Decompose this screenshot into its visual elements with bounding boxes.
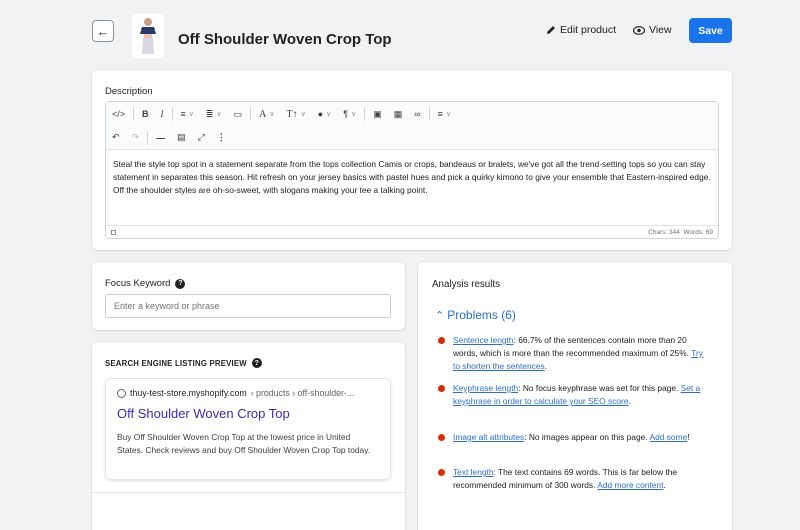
error-dot-icon: [438, 469, 445, 476]
seo-preview-card: SEARCH ENGINE LISTING PREVIEW ? thuy-tes…: [92, 342, 405, 530]
result-url: thuy-test-store.myshopify.com › products…: [117, 388, 354, 398]
focus-keyword-heading: Focus Keyword ?: [105, 278, 186, 289]
paragraph-icon[interactable]: ¶ ∨: [337, 102, 362, 126]
product-thumbnail: [132, 14, 164, 58]
editor-toolbar-row-1: </> B I ≡ ∨ ≣ ∨ ▭ A ∨ T↑ ∨ ● ∨ ¶ ∨ ▣ ▦ ∞ ≡ ∨: [106, 102, 718, 126]
back-button[interactable]: ←: [92, 20, 114, 42]
help-icon[interactable]: ?: [175, 278, 186, 289]
issue-action-link[interactable]: Add more content: [597, 480, 663, 490]
horizontal-rule-icon[interactable]: —: [150, 126, 171, 149]
analysis-title: Analysis results: [432, 279, 501, 290]
color-drop-icon[interactable]: ● ∨: [312, 102, 338, 126]
issue-text: Text length: The text contains 69 words.…: [453, 466, 708, 492]
page-title: Off Shoulder Woven Crop Top: [178, 31, 392, 48]
toolbar-divider: [171, 107, 173, 121]
error-dot-icon: [438, 385, 445, 392]
issue-name-link[interactable]: Keyphrase length: [453, 383, 518, 393]
edit-product-button[interactable]: Edit product: [546, 24, 616, 36]
description-text[interactable]: Steal the style top spot in a statement …: [113, 158, 715, 197]
edit-product-label: Edit product: [560, 24, 617, 36]
issue-message: : No images appear on this page.: [524, 432, 650, 442]
result-path: › products › off-shoulder-...: [250, 388, 355, 398]
help-icon[interactable]: ?: [251, 358, 262, 368]
focus-keyword-input[interactable]: [105, 294, 391, 318]
issue-text: Sentence length: 66.7% of the sentences …: [453, 334, 708, 373]
font-family-icon[interactable]: A ∨: [253, 102, 280, 126]
issue-end: .: [663, 480, 666, 490]
editor-toolbar-row-2: ↶ ↷ — ▤ ⤢ ⋮: [106, 126, 718, 150]
issue-item: Sentence length: 66.7% of the sentences …: [438, 334, 708, 373]
issue-end: .: [628, 396, 631, 406]
format-painter-icon[interactable]: ▤: [171, 126, 192, 149]
editor-counts: Chars: 344 Words: 69: [648, 229, 713, 236]
numbered-list-icon[interactable]: ≣ ∨: [200, 102, 228, 126]
rich-text-editor[interactable]: </> B I ≡ ∨ ≣ ∨ ▭ A ∨ T↑ ∨ ● ∨ ¶ ∨ ▣ ▦ ∞ ≡ ∨ ↶ …: [105, 101, 719, 239]
result-domain: thuy-test-store.myshopify.com: [130, 388, 247, 398]
error-dot-icon: [438, 337, 445, 344]
search-result-preview: thuy-test-store.myshopify.com › products…: [105, 378, 391, 480]
toolbar-divider: [250, 107, 252, 121]
globe-icon: [117, 388, 126, 398]
save-button[interactable]: Save: [689, 18, 732, 43]
issue-name-link[interactable]: Image alt attributes: [453, 432, 524, 442]
description-label: Description: [105, 86, 153, 97]
analysis-results-card: Analysis results ⌃ Problems (6) Sentence…: [418, 262, 732, 530]
editor-footer: Chars: 344 Words: 69: [106, 225, 718, 238]
redo-icon[interactable]: ↷: [126, 126, 146, 149]
align-icon[interactable]: ≡ ∨: [432, 102, 457, 126]
problems-label: Problems (6): [447, 308, 516, 322]
eraser-icon[interactable]: ▭: [228, 102, 249, 126]
seo-preview-heading: SEARCH ENGINE LISTING PREVIEW ?: [105, 358, 262, 368]
product-image: [140, 18, 156, 54]
seo-preview-label: SEARCH ENGINE LISTING PREVIEW: [105, 358, 247, 368]
error-dot-icon: [438, 434, 445, 441]
focus-keyword-card: Focus Keyword ?: [92, 262, 405, 330]
issue-end: .: [544, 361, 548, 371]
problems-toggle[interactable]: ⌃ Problems (6): [435, 308, 516, 322]
result-description: Buy Off Shoulder Woven Crop Top at the l…: [117, 432, 371, 455]
chevron-up-icon: ⌃: [435, 309, 445, 322]
more-icon[interactable]: ⋮: [211, 126, 232, 149]
issue-message: : No focus keyphrase was set for this pa…: [518, 383, 681, 393]
issue-item: Keyphrase length: No focus keyphrase was…: [438, 382, 708, 408]
issue-item: Text length: The text contains 69 words.…: [438, 466, 708, 492]
pencil-icon: [547, 26, 555, 34]
char-count: Chars: 344: [648, 228, 680, 236]
toolbar-divider: [133, 107, 135, 121]
result-title: Off Shoulder Woven Crop Top: [117, 406, 290, 421]
bullet-list-icon[interactable]: ≡ ∨: [175, 102, 200, 126]
arrow-left-icon: ←: [96, 23, 110, 39]
word-count: Words: 69: [683, 228, 713, 236]
resize-handle-icon[interactable]: [111, 229, 116, 235]
italic-icon[interactable]: I: [155, 102, 170, 126]
view-label: View: [649, 24, 672, 36]
code-view-icon[interactable]: </>: [106, 102, 131, 126]
issue-text: Keyphrase length: No focus keyphrase was…: [453, 382, 708, 408]
toolbar-divider: [147, 130, 149, 145]
description-card: Description </> B I ≡ ∨ ≣ ∨ ▭ A ∨ T↑ ∨ ● ∨ ¶ ∨…: [92, 70, 732, 250]
focus-keyword-label: Focus Keyword: [105, 278, 171, 289]
link-icon[interactable]: ∞: [408, 102, 426, 126]
issue-end: !: [687, 432, 690, 442]
undo-icon[interactable]: ↶: [106, 126, 126, 149]
toolbar-divider: [364, 107, 366, 121]
issue-item: Image alt attributes: No images appear o…: [438, 431, 708, 444]
image-icon[interactable]: ▣: [367, 102, 388, 126]
table-icon[interactable]: ▦: [388, 102, 409, 126]
issue-action-link[interactable]: Add some: [649, 432, 687, 442]
fullscreen-icon[interactable]: ⤢: [192, 126, 211, 149]
font-size-icon[interactable]: T↑ ∨: [280, 102, 311, 126]
issue-name-link[interactable]: Text length: [453, 467, 494, 477]
toolbar-divider: [428, 107, 430, 121]
bold-icon[interactable]: B: [136, 102, 155, 126]
issue-text: Image alt attributes: No images appear o…: [453, 431, 708, 444]
view-button[interactable]: View: [633, 24, 672, 36]
eye-icon: [633, 25, 645, 35]
divider: [92, 492, 405, 493]
issue-name-link[interactable]: Sentence length: [453, 335, 514, 345]
